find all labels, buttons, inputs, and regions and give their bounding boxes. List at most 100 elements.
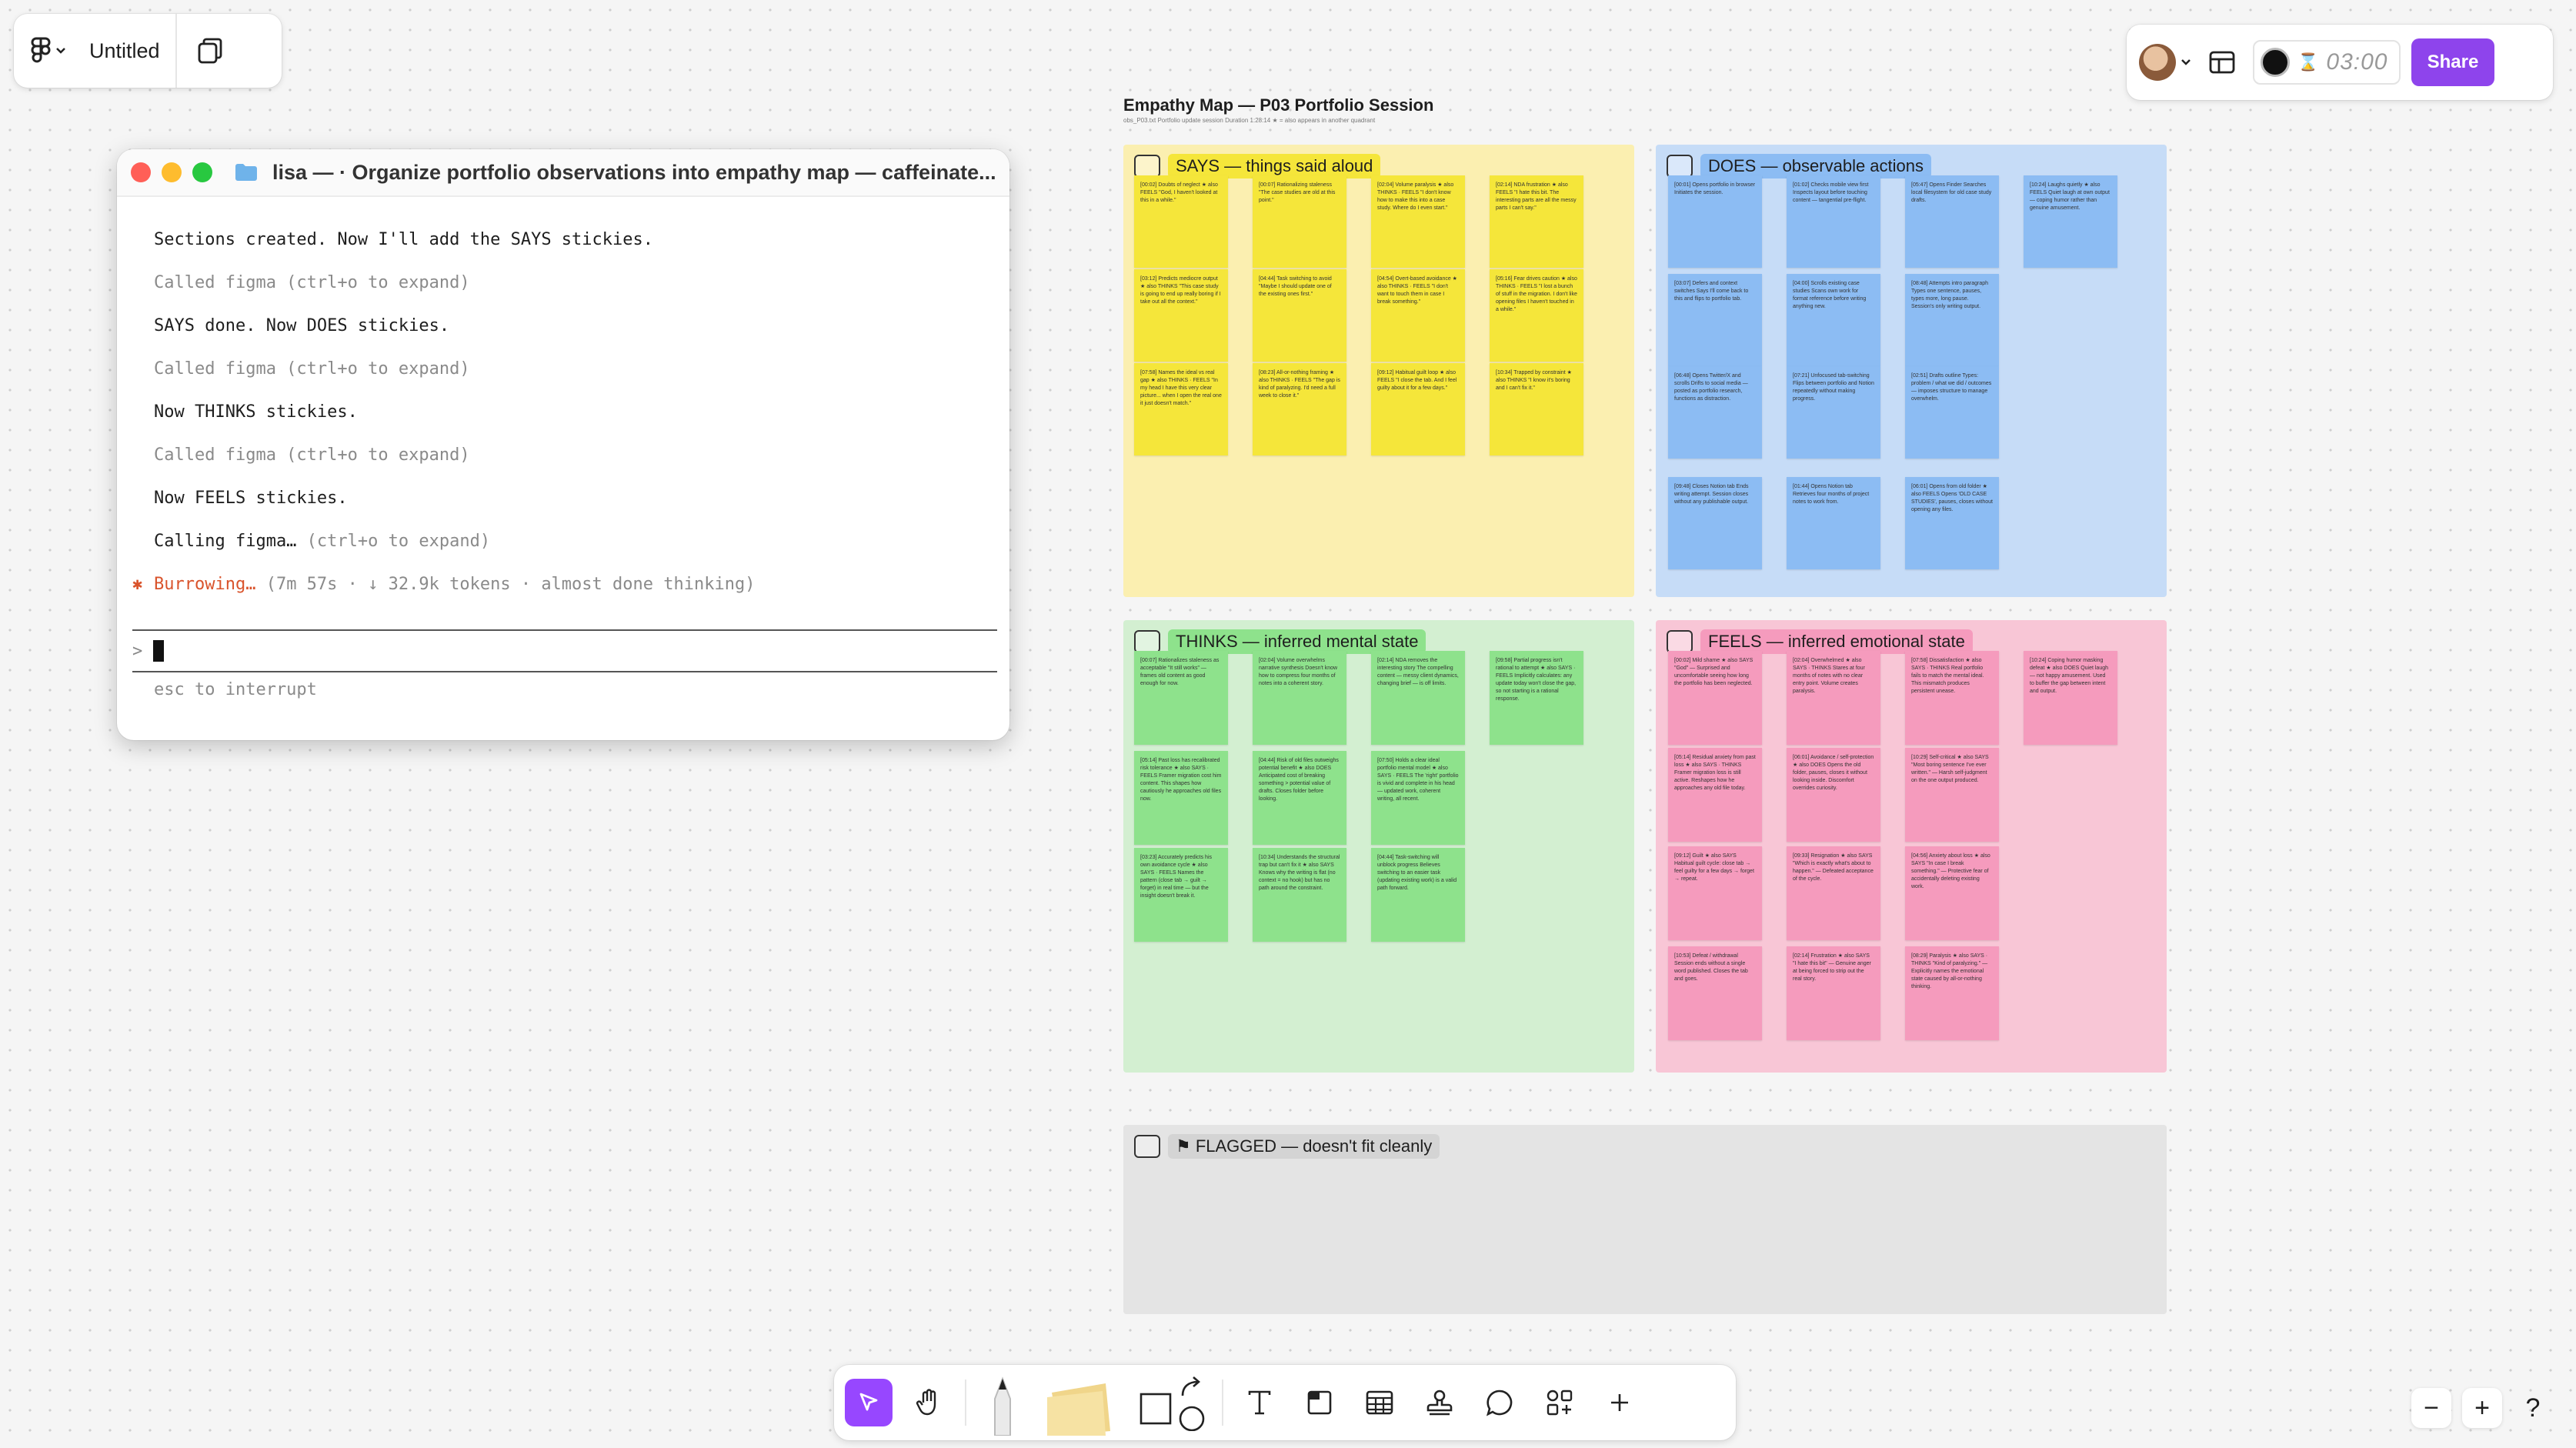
sticky-note[interactable]: [02:04] Overwhelmed ★ also SAYS · THINKS… xyxy=(1787,651,1880,745)
widgets-icon xyxy=(1547,1390,1573,1416)
sticky-note[interactable]: [00:07] Rationalizing staleness "The cas… xyxy=(1253,175,1346,268)
sticky-note[interactable]: [01:02] Checks mobile view first Inspect… xyxy=(1787,175,1880,268)
zoom-window-button[interactable] xyxy=(192,162,212,182)
sticky-note[interactable]: [09:58] Partial progress isn't rational … xyxy=(1490,651,1583,745)
sticky-note[interactable]: [10:34] Trapped by constraint ★ also THI… xyxy=(1490,363,1583,455)
sticky-note[interactable]: [09:12] Habitual guilt loop ★ also FEELS… xyxy=(1371,363,1465,455)
comment-tool-button[interactable] xyxy=(1476,1379,1523,1426)
text-cursor xyxy=(153,640,165,662)
sticky-note[interactable]: [02:51] Drafts outline Types: problem / … xyxy=(1905,366,1999,459)
sticky-note[interactable]: [10:53] Defeat / withdrawal Session ends… xyxy=(1668,946,1762,1040)
main-menu-button[interactable] xyxy=(14,14,83,88)
sticky-note[interactable]: [04:00] Scrolls existing case studies Sc… xyxy=(1787,274,1880,366)
layout-button[interactable] xyxy=(2202,42,2242,82)
section-flagged[interactable]: ⚑ FLAGGED — doesn't fit cleanly xyxy=(1123,1125,2167,1314)
sticky-note[interactable]: [05:16] Fear drives caution ★ also THINK… xyxy=(1490,269,1583,362)
sticky-note[interactable]: [07:58] Dissatisfaction ★ also SAYS · TH… xyxy=(1905,651,1999,745)
table-icon xyxy=(1366,1390,1393,1415)
sticky-note[interactable]: [03:23] Accurately predicts his own avoi… xyxy=(1134,848,1228,942)
sticky-note[interactable]: [04:54] Overt-based avoidance ★ also THI… xyxy=(1371,269,1465,362)
hand-tool-button[interactable] xyxy=(905,1379,953,1426)
sticky-note[interactable]: [07:58] Names the ideal vs real gap ★ al… xyxy=(1134,363,1228,455)
multiplayer-button[interactable] xyxy=(2139,44,2191,81)
header-right-bar: ⌛ 03:00 Share xyxy=(2127,25,2553,100)
minimize-window-button[interactable] xyxy=(161,162,182,182)
sticky-note[interactable]: [02:14] NDA frustration ★ also FEELS "I … xyxy=(1490,175,1583,268)
sticky-tool-button[interactable] xyxy=(1039,1370,1123,1436)
sticky-note[interactable]: [05:14] Residual anxiety from past loss … xyxy=(1668,748,1762,842)
sticky-note[interactable]: [06:48] Opens Twitter/X and scrolls Drif… xyxy=(1668,366,1762,459)
status-line: ✱ Burrowing… (7m 57s · ↓ 32.9k tokens · a… xyxy=(132,563,973,606)
zoom-in-button[interactable]: + xyxy=(2462,1388,2502,1428)
plus-icon xyxy=(1611,1394,1628,1411)
section-tool-button[interactable] xyxy=(1296,1379,1343,1426)
pen-tool-button[interactable] xyxy=(979,1370,1026,1436)
sticky-note[interactable]: [09:48] Closes Notion tab Ends writing a… xyxy=(1668,477,1762,569)
file-title[interactable]: Untitled xyxy=(83,14,177,88)
section-label[interactable]: ⚑ FLAGGED — doesn't fit cleanly xyxy=(1134,1133,1440,1160)
sticky-note[interactable]: [10:24] Laughs quietly ★ also FEELS Quie… xyxy=(2024,175,2117,268)
terminal-line[interactable]: Called figma (ctrl+o to expand) xyxy=(154,434,973,477)
timer[interactable]: ⌛ 03:00 xyxy=(2253,40,2401,85)
sticky-note[interactable]: [07:50] Holds a clear ideal portfolio me… xyxy=(1371,751,1465,845)
zoom-out-button[interactable]: − xyxy=(2411,1388,2451,1428)
sticky-note[interactable]: [10:24] Coping humor masking defeat ★ al… xyxy=(2024,651,2117,745)
sticky-note[interactable]: [00:01] Opens portfolio in browser Initi… xyxy=(1668,175,1762,268)
sticky-note[interactable]: [01:44] Opens Notion tab Retrieves four … xyxy=(1787,477,1880,569)
terminal-line[interactable]: Calling figma… (ctrl+o to expand) xyxy=(154,520,973,563)
terminal-line: Now THINKS stickies. xyxy=(154,402,358,422)
close-window-button[interactable] xyxy=(131,162,151,182)
sticky-note[interactable]: [05:47] Opens Finder Searches local file… xyxy=(1905,175,1999,268)
move-icon xyxy=(859,1393,878,1411)
text-tool-button[interactable] xyxy=(1236,1379,1283,1426)
sticky-note[interactable]: [02:14] NDA removes the interesting stor… xyxy=(1371,651,1465,745)
table-tool-button[interactable] xyxy=(1356,1379,1403,1426)
figma-logo-icon xyxy=(31,37,51,63)
zoom-controls: − + ? xyxy=(2411,1388,2553,1428)
sticky-note[interactable]: [10:34] Understands the structural trap … xyxy=(1253,848,1346,942)
sticky-note[interactable]: [02:04] Volume paralysis ★ also THINKS ·… xyxy=(1371,175,1465,268)
sticky-note[interactable]: [00:07] Rationalizes staleness as accept… xyxy=(1134,651,1228,745)
chevron-down-icon xyxy=(56,48,65,54)
sticky-note[interactable]: [02:04] Volume overwhelms narrative synt… xyxy=(1253,651,1346,745)
prompt-input[interactable]: > xyxy=(132,629,997,672)
section-icon xyxy=(1667,155,1693,178)
help-button[interactable]: ? xyxy=(2513,1388,2553,1428)
sticky-note[interactable]: [02:14] Frustration ★ also SAYS "I hate … xyxy=(1787,946,1880,1040)
sticky-note[interactable]: [05:14] Past loss has recalibrated risk … xyxy=(1134,751,1228,845)
sticky-note[interactable]: [00:02] Mild shame ★ also SAYS "God" — S… xyxy=(1668,651,1762,745)
sticky-note[interactable]: [10:29] Self-critical ★ also SAYS "Most … xyxy=(1905,748,1999,842)
sticky-note[interactable]: [00:02] Doubts of neglect ★ also FEELS "… xyxy=(1134,175,1228,268)
widgets-tool-button[interactable] xyxy=(1536,1379,1583,1426)
sticky-note[interactable]: [06:01] Opens from old folder ★ also FEE… xyxy=(1905,477,1999,569)
sticky-note[interactable]: [06:01] Avoidance / self-protection ★ al… xyxy=(1787,748,1880,842)
sticky-note[interactable]: [03:12] Predicts mediocre output ★ also … xyxy=(1134,269,1228,362)
move-tool-button[interactable] xyxy=(845,1379,893,1426)
sticky-note[interactable]: [09:12] Guilt ★ also SAYS Habitual guilt… xyxy=(1668,846,1762,940)
bottom-toolbar xyxy=(834,1365,1736,1440)
section-title: ⚑ FLAGGED — doesn't fit cleanly xyxy=(1168,1134,1440,1159)
section-icon xyxy=(1134,155,1160,178)
terminal-line[interactable]: Called figma (ctrl+o to expand) xyxy=(154,348,973,391)
folder-icon xyxy=(235,164,257,181)
sticky-note[interactable]: [04:44] Task switching to avoid "Maybe I… xyxy=(1253,269,1346,362)
interrupt-hint: esc to interrupt xyxy=(154,680,317,699)
stamp-tool-button[interactable] xyxy=(1416,1379,1463,1426)
pages-button[interactable] xyxy=(177,14,243,88)
sticky-note[interactable]: [03:07] Defers and context switches Says… xyxy=(1668,274,1762,366)
avatar xyxy=(2139,44,2176,81)
sticky-note[interactable]: [08:48] Attempts intro paragraph Types o… xyxy=(1905,274,1999,366)
sticky-note[interactable]: [08:29] Paralysis ★ also SAYS · THINKS "… xyxy=(1905,946,1999,1040)
sticky-note[interactable]: [08:23] All-or-nothing framing ★ also TH… xyxy=(1253,363,1346,455)
sticky-note[interactable]: [09:33] Resignation ★ also SAYS "Which i… xyxy=(1787,846,1880,940)
sticky-note[interactable]: [07:21] Unfocused tab-switching Flips be… xyxy=(1787,366,1880,459)
sticky-note[interactable]: [04:56] Anxiety about loss ★ also SAYS "… xyxy=(1905,846,1999,940)
shapes-tool-button[interactable] xyxy=(1136,1376,1210,1431)
terminal-line: Sections created. Now I'll add the SAYS … xyxy=(154,230,654,249)
sticky-note[interactable]: [04:44] Risk of old files outweighs pote… xyxy=(1253,751,1346,845)
terminal-line[interactable]: Called figma (ctrl+o to expand) xyxy=(154,262,973,305)
timer-value: 03:00 xyxy=(2326,49,2388,75)
share-button[interactable]: Share xyxy=(2411,38,2494,86)
more-tools-button[interactable] xyxy=(1596,1379,1643,1426)
sticky-note[interactable]: [04:44] Task-switching will unblock prog… xyxy=(1371,848,1465,942)
